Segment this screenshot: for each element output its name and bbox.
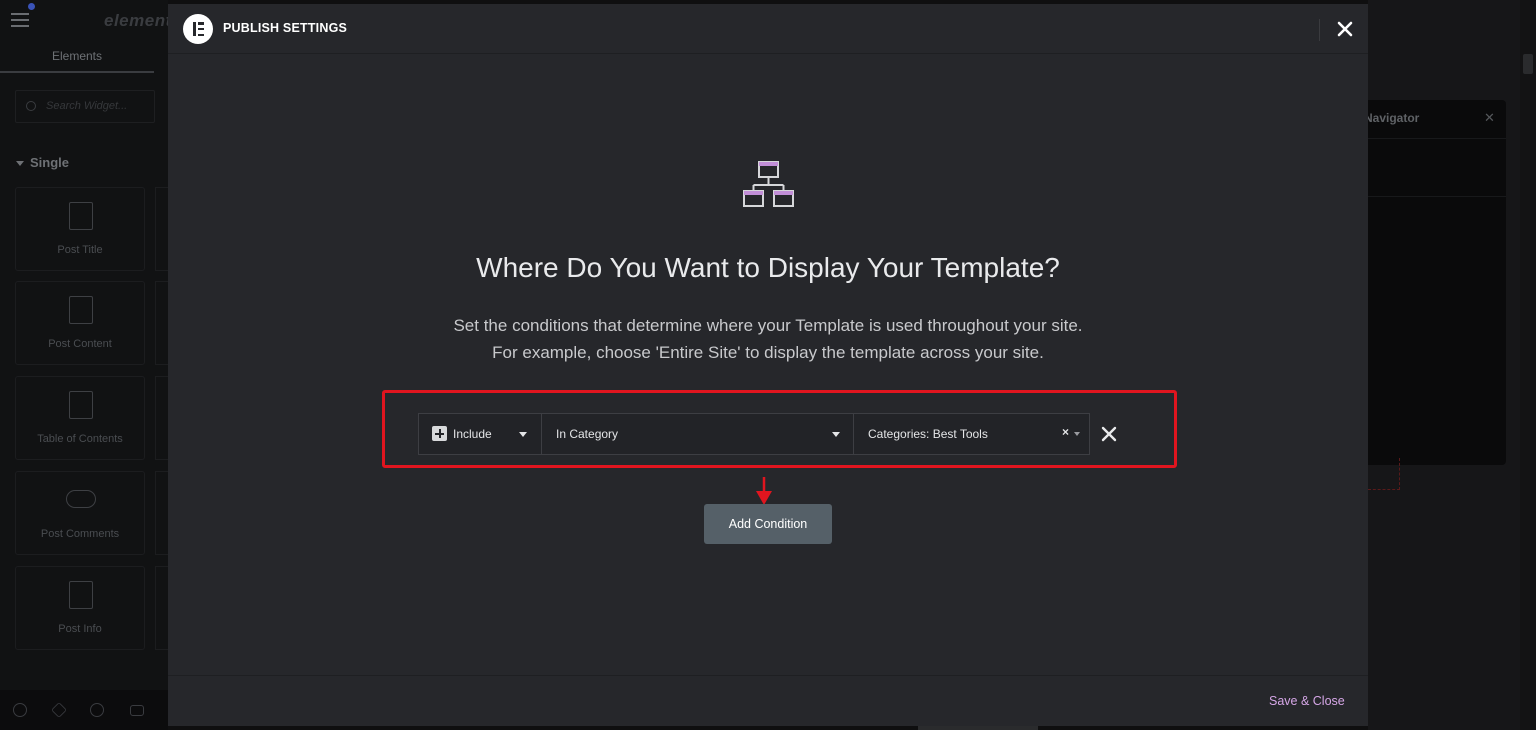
widget-label: Post Comments: [40, 528, 120, 540]
caret-down-icon: [1074, 432, 1080, 436]
table-of-contents-icon: [69, 391, 93, 419]
panel-header: elementor: [0, 0, 189, 40]
divider: [1368, 138, 1506, 139]
condition-row: Include In Category Categories: Best Too…: [418, 413, 1090, 455]
widget-partial[interactable]: [155, 281, 168, 365]
responsive-icon[interactable]: [130, 705, 144, 716]
caret-down-icon: [832, 432, 840, 437]
add-condition-button[interactable]: Add Condition: [704, 504, 832, 544]
condition-subtype-select[interactable]: In Category: [541, 414, 853, 454]
caret-down-icon: [16, 161, 24, 167]
element-outline: [1368, 458, 1400, 490]
widget-label: Post Title: [57, 244, 103, 256]
widget-partial[interactable]: [155, 566, 168, 650]
post-title-icon: [69, 202, 93, 230]
widget-label: Table of Contents: [37, 433, 123, 445]
widget-table-of-contents[interactable]: Table of Contents: [15, 376, 145, 460]
scrollbar-thumb[interactable]: [1523, 54, 1533, 74]
navigator-title: Navigator: [1364, 111, 1420, 125]
preview-scrollbar[interactable]: [1520, 0, 1536, 730]
close-icon: [1337, 21, 1353, 37]
description-line-1: Set the conditions that determine where …: [453, 316, 1083, 335]
post-comments-icon: [66, 490, 96, 508]
condition-object-select[interactable]: Categories: Best Tools ×: [853, 414, 1089, 454]
modal-heading: Where Do You Want to Display Your Templa…: [476, 252, 1060, 283]
header-divider: [1319, 19, 1320, 41]
section-label: Single: [30, 155, 70, 170]
menu-icon[interactable]: [11, 13, 29, 27]
condition-type-select[interactable]: Include: [419, 414, 541, 454]
search-placeholder: Search Widget...: [46, 100, 128, 112]
widget-post-title[interactable]: Post Title: [15, 187, 145, 271]
widget-search-input[interactable]: Search Widget...: [15, 90, 155, 123]
widget-post-info[interactable]: Post Info: [15, 566, 145, 650]
layers-icon[interactable]: [51, 702, 67, 718]
panel-footer: [0, 690, 168, 730]
widget-label: Post Info: [58, 623, 102, 635]
condition-type-value: Include: [453, 427, 492, 441]
widget-label: Post Content: [48, 338, 112, 350]
condition-subtype-value: In Category: [556, 427, 619, 441]
publish-settings-modal: PUBLISH SETTINGS Where Do You Want to Di…: [168, 4, 1368, 726]
divider: [1368, 196, 1506, 197]
clear-selection-icon[interactable]: ×: [1062, 425, 1069, 439]
modal-description: Set the conditions that determine where …: [168, 312, 1368, 366]
widget-post-content[interactable]: Post Content: [15, 281, 145, 365]
remove-condition-icon[interactable]: [1101, 426, 1117, 442]
tab-elements[interactable]: Elements: [0, 40, 154, 73]
widget-partial[interactable]: [155, 376, 168, 460]
modal-header: PUBLISH SETTINGS: [168, 4, 1368, 54]
close-modal-button[interactable]: [1334, 18, 1356, 40]
widget-post-comments[interactable]: Post Comments: [15, 471, 145, 555]
condition-object-value: Categories: Best Tools: [868, 427, 988, 441]
widget-partial[interactable]: [155, 471, 168, 555]
widget-partial[interactable]: [155, 187, 168, 271]
editor-panel: elementor Elements Search Widget... Sing…: [0, 0, 189, 730]
notification-dot: [28, 3, 35, 10]
plus-square-icon: [432, 426, 447, 441]
elementor-logo-icon: [183, 14, 213, 44]
save-and-close-button[interactable]: Save & Close: [1269, 694, 1345, 708]
post-info-icon: [69, 581, 93, 609]
modal-footer: Save & Close: [168, 675, 1368, 726]
navigator-panel: Navigator ✕: [1364, 100, 1506, 465]
navigator-close-icon[interactable]: ✕: [1484, 110, 1495, 126]
caret-down-icon: [519, 432, 527, 437]
modal-title: PUBLISH SETTINGS: [223, 21, 348, 35]
sitemap-icon: [743, 161, 794, 207]
history-icon[interactable]: [90, 703, 104, 717]
post-content-icon: [69, 296, 93, 324]
description-line-2: For example, choose 'Entire Site' to dis…: [492, 343, 1044, 362]
section-single[interactable]: Single: [16, 155, 69, 170]
search-icon: [26, 101, 36, 111]
settings-icon[interactable]: [13, 703, 27, 717]
